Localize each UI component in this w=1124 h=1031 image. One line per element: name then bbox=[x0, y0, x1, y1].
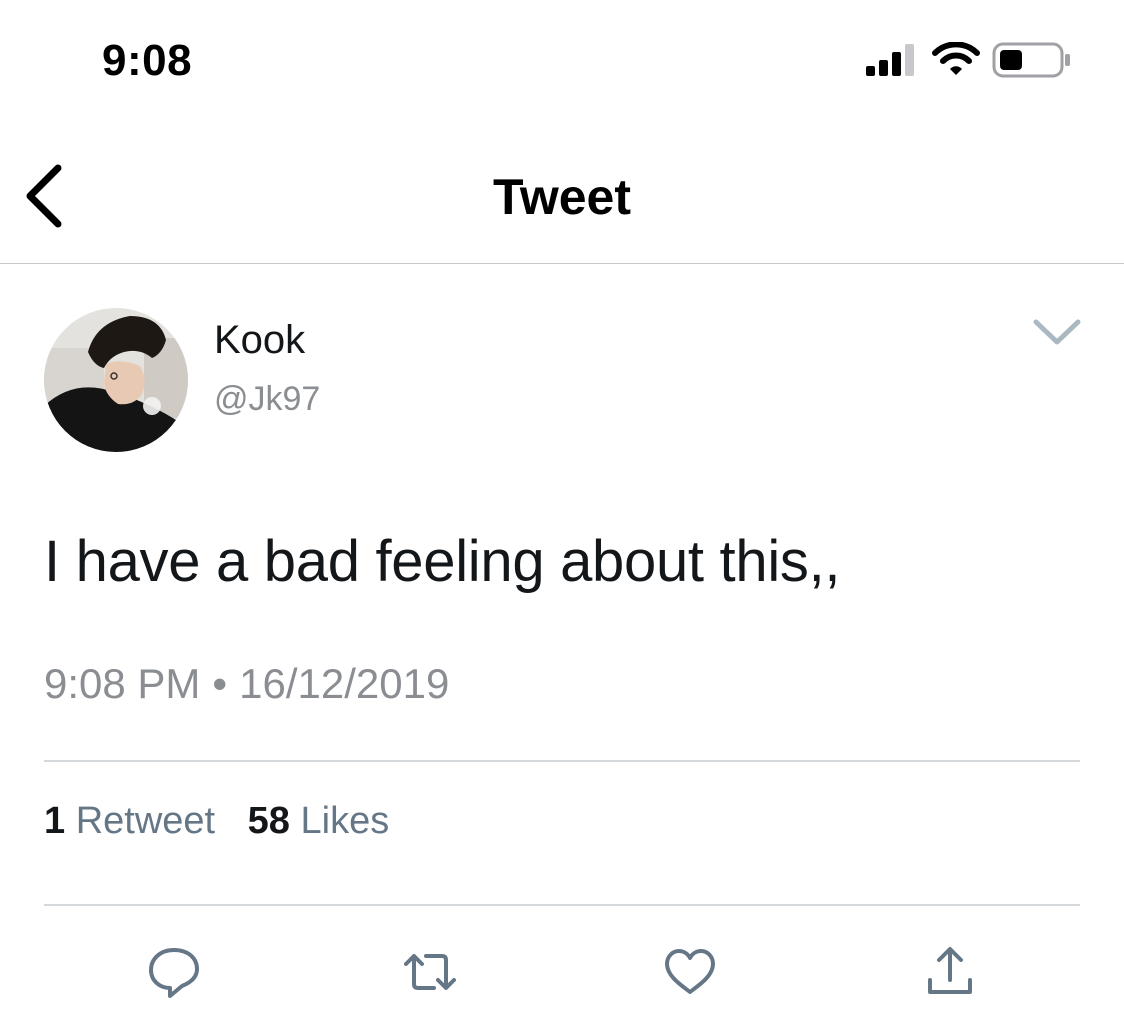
tweet-stats: 1 Retweet 58 Likes bbox=[44, 800, 411, 843]
tweet-screen: 9:08 Tweet Kook @Jk97 I have a bad feeli… bbox=[0, 0, 1124, 1031]
avatar-image bbox=[44, 308, 188, 452]
tweet-timestamp: 9:08 PM • 16/12/2019 bbox=[44, 660, 449, 708]
page-title: Tweet bbox=[493, 169, 631, 225]
wifi-icon bbox=[932, 42, 980, 75]
author-handle[interactable]: @Jk97 bbox=[214, 380, 320, 419]
retweet-stat[interactable]: 1 Retweet bbox=[44, 800, 215, 842]
meta-separator: • bbox=[212, 660, 228, 707]
like-count: 58 bbox=[247, 800, 290, 842]
tweet-options-button[interactable] bbox=[1030, 314, 1084, 350]
nav-bar: Tweet bbox=[0, 120, 1124, 264]
retweet-button[interactable] bbox=[402, 944, 458, 1000]
divider bbox=[44, 904, 1080, 906]
author-name[interactable]: Kook bbox=[214, 318, 305, 363]
like-button[interactable] bbox=[662, 944, 718, 1000]
like-stat[interactable]: 58 Likes bbox=[248, 800, 390, 842]
heart-icon bbox=[665, 949, 715, 994]
battery-icon bbox=[992, 42, 1070, 78]
retweet-count: 1 bbox=[44, 800, 66, 842]
avatar[interactable] bbox=[44, 308, 188, 452]
reply-icon bbox=[149, 948, 199, 998]
share-button[interactable] bbox=[922, 944, 978, 1000]
like-label: Likes bbox=[300, 800, 390, 842]
status-bar: 9:08 bbox=[0, 0, 1124, 120]
chevron-down-icon bbox=[1033, 319, 1081, 345]
reply-button[interactable] bbox=[146, 944, 202, 1000]
signal-icon bbox=[866, 44, 914, 76]
retweet-icon bbox=[404, 954, 456, 990]
tweet-text: I have a bad feeling about this,, bbox=[44, 529, 841, 594]
status-time: 9:08 bbox=[102, 36, 193, 85]
divider bbox=[44, 760, 1080, 762]
retweet-label: Retweet bbox=[75, 800, 216, 842]
tweet-time: 9:08 PM bbox=[44, 660, 201, 707]
share-icon bbox=[928, 947, 972, 994]
tweet-date: 16/12/2019 bbox=[239, 660, 450, 707]
